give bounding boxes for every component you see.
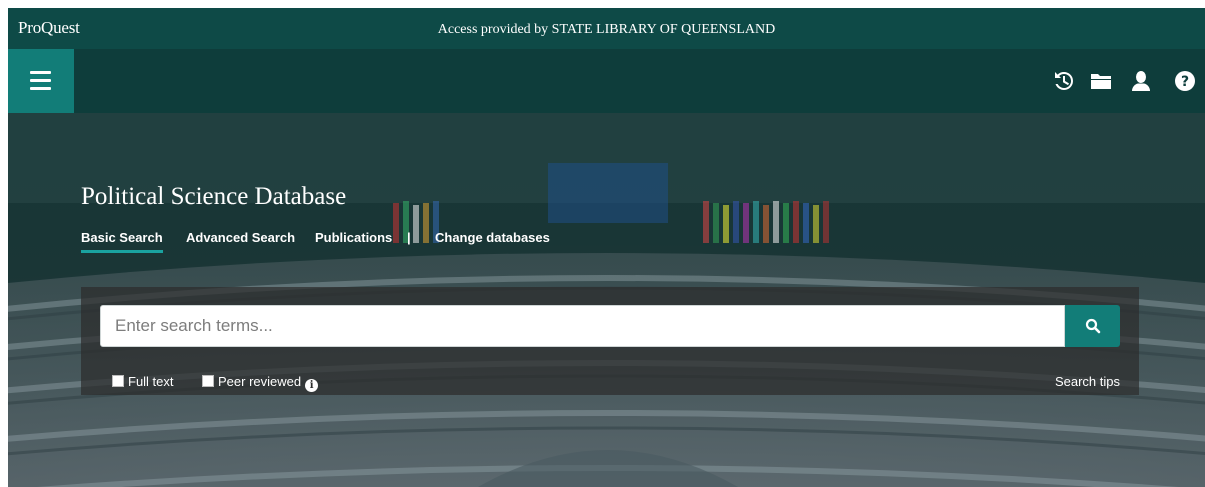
- access-provider-text: Access provided by STATE LIBRARY OF QUEE…: [437, 22, 776, 37]
- search-icon: [1085, 318, 1100, 334]
- svg-text:?: ?: [1181, 74, 1189, 90]
- peer-reviewed-option: Peer reviewed i: [202, 374, 319, 392]
- header-bar: ?: [8, 49, 1205, 113]
- help-icon[interactable]: ?: [1173, 69, 1197, 93]
- folder-icon[interactable]: [1089, 69, 1113, 93]
- user-icon[interactable]: [1129, 69, 1153, 93]
- full-text-label: Full text: [128, 374, 174, 389]
- tab-advanced-search[interactable]: Advanced Search: [186, 230, 295, 245]
- tab-basic-search[interactable]: Basic Search: [81, 230, 163, 253]
- hero-banner: Political Science Database Basic Search …: [8, 113, 1205, 487]
- tab-separator: |: [407, 230, 411, 245]
- search-input[interactable]: [100, 305, 1065, 347]
- full-text-checkbox[interactable]: [112, 375, 124, 387]
- search-button[interactable]: [1065, 305, 1120, 347]
- hamburger-menu-icon: [30, 71, 51, 74]
- history-icon[interactable]: [1051, 69, 1075, 93]
- tab-publications[interactable]: Publications: [315, 230, 392, 245]
- search-panel: Full text Peer reviewedi Search tips: [81, 287, 1139, 395]
- info-icon[interactable]: i: [305, 379, 319, 392]
- peer-reviewed-checkbox[interactable]: [202, 375, 214, 387]
- top-banner: ProQuest Access provided by STATE LIBRAR…: [8, 8, 1205, 49]
- search-tips-link[interactable]: Search tips: [1055, 374, 1120, 389]
- page-frame: ProQuest Access provided by STATE LIBRAR…: [8, 8, 1205, 487]
- database-title: Political Science Database: [81, 183, 347, 210]
- peer-reviewed-label: Peer reviewed: [218, 374, 302, 389]
- full-text-option: Full text: [112, 374, 174, 389]
- tab-change-databases[interactable]: Change databases: [435, 230, 550, 245]
- hamburger-menu-button[interactable]: [8, 49, 74, 113]
